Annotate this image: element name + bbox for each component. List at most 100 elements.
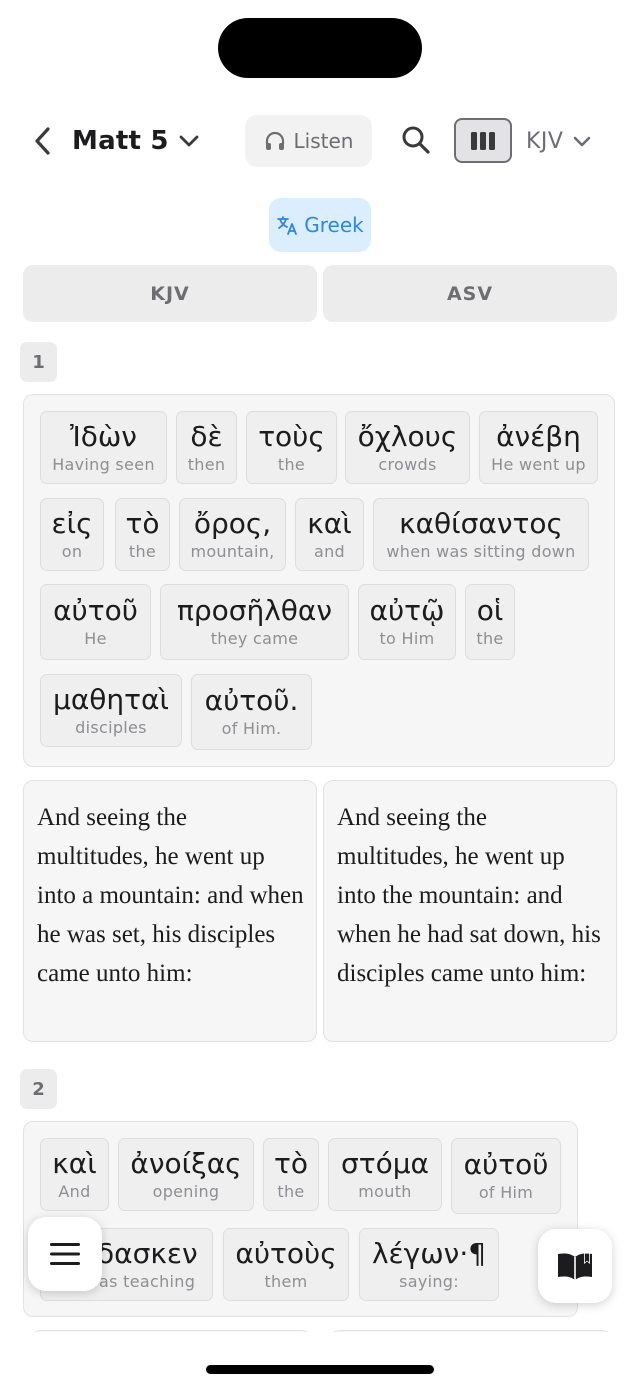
listen-label: Listen — [293, 129, 354, 153]
verse-number[interactable]: 1 — [20, 342, 57, 382]
greek-word: αὐτοὺς — [235, 1236, 337, 1270]
search-button[interactable] — [398, 122, 434, 158]
chevron-down-icon — [574, 136, 591, 147]
translation-kjv[interactable]: And seeing the multitudes, he went up in… — [23, 780, 317, 1042]
interlinear-word[interactable]: αὐτῷ to Him — [358, 584, 456, 660]
english-gloss: them — [264, 1271, 308, 1291]
top-toolbar: Matt 5 Listen KJV — [0, 112, 640, 170]
interlinear-word[interactable]: ἀνέβη He went up — [479, 411, 598, 484]
greek-word: εἰς — [51, 506, 93, 540]
interlinear-word[interactable]: ἀνοίξας opening — [118, 1138, 254, 1211]
english-gloss: mouth — [358, 1181, 412, 1201]
interlinear-block: καὶ And ἀνοίξας opening τὸ the στόμα mouth α… — [23, 1121, 578, 1317]
interlinear-word[interactable]: τοὺς the — [246, 411, 337, 484]
english-gloss: to Him — [379, 629, 435, 648]
english-gloss: saying: — [399, 1271, 459, 1291]
interlinear-word[interactable]: Ἰδὼν Having seen — [40, 411, 167, 484]
hamburger-menu-icon — [50, 1243, 80, 1265]
headphones-icon — [265, 131, 284, 150]
version-tabs: KJV ASV — [23, 265, 617, 322]
english-gloss: of Him. — [221, 719, 282, 738]
book-chapter-label: Matt 5 — [72, 126, 169, 156]
english-gloss: opening — [152, 1181, 220, 1201]
greek-word: ὄρος, — [193, 506, 272, 540]
translate-icon — [277, 216, 298, 235]
english-gloss: the — [476, 629, 504, 648]
greek-word: προσῆλθαν — [176, 594, 333, 627]
greek-language-toggle[interactable]: Greek — [269, 198, 371, 252]
interlinear-word[interactable]: αὐτοῦ of Him — [451, 1138, 561, 1214]
interlinear-word[interactable]: μαθηταὶ disciples — [40, 674, 182, 747]
interlinear-word[interactable]: τὸ the — [263, 1138, 319, 1211]
greek-word: στόμα — [340, 1146, 429, 1180]
english-gloss: Having seen — [52, 454, 155, 474]
bottom-safe-area — [0, 1332, 640, 1387]
interlinear-block: Ἰδὼν Having seen δὲ then τοὺς the ὄχλους cro… — [23, 394, 615, 767]
interlinear-word[interactable]: ὄρος, mountain, — [179, 498, 286, 571]
english-gloss: He went up — [491, 454, 586, 474]
english-gloss: then — [187, 454, 226, 474]
home-indicator — [206, 1365, 434, 1374]
english-gloss: crowds — [378, 454, 437, 474]
greek-word: αὐτῷ — [369, 594, 445, 627]
interlinear-word[interactable]: αὐτοῦ He — [40, 584, 151, 660]
verse-number[interactable]: 2 — [20, 1069, 57, 1109]
english-gloss: and — [313, 541, 345, 561]
interlinear-word[interactable]: δὲ then — [176, 411, 237, 484]
english-gloss: the — [277, 1181, 305, 1201]
parallel-columns-toggle[interactable] — [454, 118, 512, 163]
greek-word: ἀνοίξας — [130, 1146, 242, 1180]
interlinear-word[interactable]: λέγων·¶ saying: — [359, 1228, 499, 1301]
reader-mode-button[interactable] — [538, 1229, 612, 1303]
interlinear-word[interactable]: αὐτοῦ. of Him. — [191, 674, 312, 750]
tab-kjv[interactable]: KJV — [23, 265, 317, 322]
search-icon — [402, 126, 430, 154]
greek-word: τὸ — [125, 506, 160, 540]
greek-word: δὲ — [190, 419, 223, 453]
chevron-down-icon — [179, 135, 199, 147]
greek-label: Greek — [304, 213, 364, 237]
english-gloss: on — [61, 541, 83, 561]
open-book-icon — [558, 1253, 592, 1280]
interlinear-word[interactable]: καὶ And — [40, 1138, 109, 1211]
interlinear-word[interactable]: οἱ the — [465, 584, 515, 660]
columns-icon — [471, 131, 495, 150]
greek-word: λέγων·¶ — [371, 1236, 487, 1270]
interlinear-word[interactable]: εἰς on — [40, 498, 104, 571]
greek-word: καθίσαντος — [399, 506, 563, 540]
chevron-left-icon — [35, 127, 50, 155]
greek-word: καὶ — [52, 1146, 97, 1180]
english-gloss: disciples — [75, 717, 147, 737]
greek-word: μαθηταὶ — [53, 682, 169, 716]
listen-button[interactable]: Listen — [245, 115, 372, 167]
greek-word: καὶ — [307, 506, 352, 540]
interlinear-word[interactable]: στόμα mouth — [328, 1138, 442, 1211]
greek-word: τοὺς — [258, 419, 325, 453]
greek-word: αὐτοῦ — [53, 594, 138, 627]
greek-word: αὐτοῦ — [463, 1148, 549, 1181]
interlinear-word[interactable]: αὐτοὺς them — [223, 1228, 349, 1301]
english-gloss: He — [84, 629, 107, 648]
greek-word: οἱ — [476, 594, 504, 627]
greek-word: ἀνέβη — [496, 419, 581, 453]
interlinear-word[interactable]: προσῆλθαν they came — [160, 584, 349, 660]
english-gloss: mountain, — [190, 541, 275, 561]
version-selector[interactable]: KJV — [526, 120, 591, 162]
greek-word: Ἰδὼν — [70, 419, 137, 453]
greek-word: ὄχλους — [357, 419, 458, 453]
menu-button[interactable] — [28, 1217, 102, 1291]
interlinear-word[interactable]: τὸ the — [115, 498, 170, 571]
greek-word: αὐτοῦ. — [204, 684, 299, 717]
tab-asv[interactable]: ASV — [323, 265, 617, 322]
english-gloss: the — [277, 454, 306, 474]
english-gloss: of Him — [478, 1183, 534, 1202]
translation-asv[interactable]: And seeing the multitudes, he went up in… — [323, 780, 617, 1042]
book-chapter-selector[interactable]: Matt 5 — [72, 120, 199, 162]
english-gloss: they came — [210, 629, 299, 648]
back-button[interactable] — [28, 123, 56, 159]
interlinear-word[interactable]: καὶ and — [295, 498, 364, 571]
interlinear-word[interactable]: ὄχλους crowds — [345, 411, 470, 484]
camera-notch — [218, 18, 422, 78]
version-label: KJV — [526, 128, 564, 154]
interlinear-word[interactable]: καθίσαντος when was sitting down — [373, 498, 589, 571]
